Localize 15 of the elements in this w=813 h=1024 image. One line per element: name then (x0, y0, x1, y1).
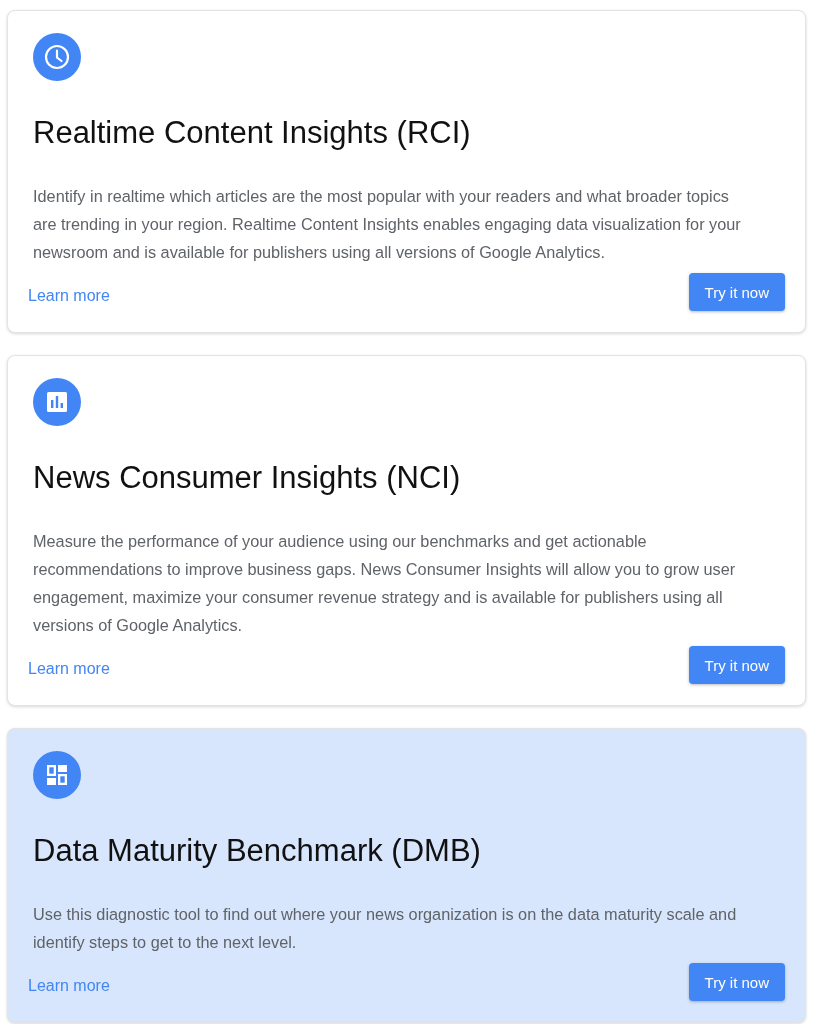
bar-chart-icon (33, 378, 81, 426)
try-it-now-button[interactable]: Try it now (688, 273, 785, 311)
card-description: Identify in realtime which articles are the most popular with your readers and what broader topics are trending in your region. Realtime Content Insights enables engaging data visualization for your newsroom and is available for publishers using all versions of Google Analytics. (33, 186, 742, 263)
learn-more-link[interactable]: Learn more (28, 287, 110, 305)
card-description: Measure the performance of your audience using our benchmarks and get actionable recommendations to improve business gaps. News Consumer Insights will allow you to grow user engagement, maximize your consumer revenue strategy and is available for publishers using all versions of Google Analytics. (33, 531, 737, 636)
card-title: News Consumer Insights (NCI) (33, 459, 462, 497)
clock-icon (33, 33, 81, 81)
try-it-now-button[interactable]: Try it now (688, 963, 785, 1001)
dashboard-icon (33, 751, 81, 799)
try-it-now-button[interactable]: Try it now (688, 646, 785, 684)
learn-more-link[interactable]: Learn more (28, 977, 110, 995)
card-title: Realtime Content Insights (RCI) (33, 114, 472, 152)
learn-more-link[interactable]: Learn more (28, 660, 110, 678)
card-description: Use this diagnostic tool to find out where your news organization is on the data maturity scale and identify steps to get to the next level. (33, 904, 738, 953)
card-title: Data Maturity Benchmark (DMB) (33, 832, 482, 870)
